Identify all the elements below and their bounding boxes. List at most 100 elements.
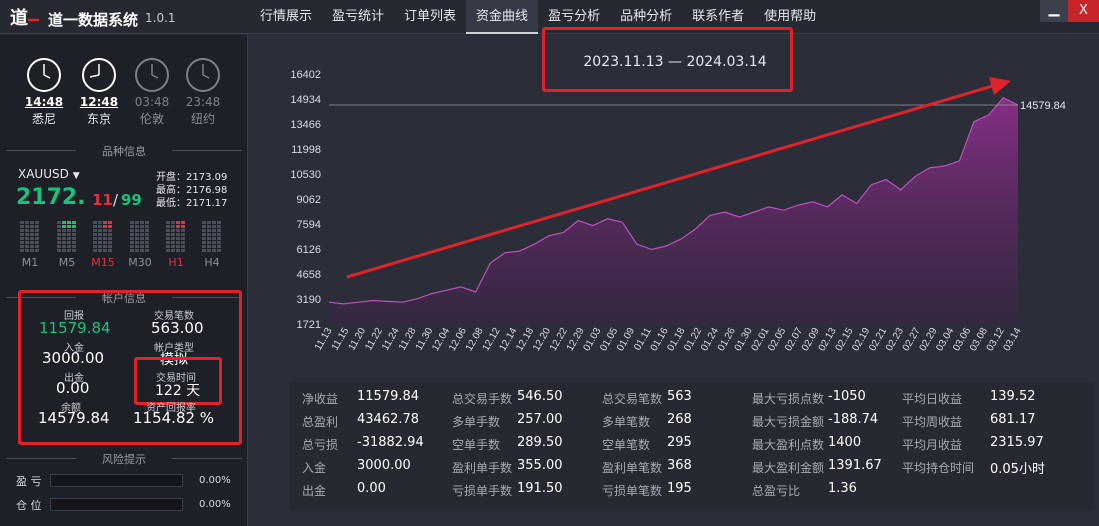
- nav-tab[interactable]: 行情展示: [250, 0, 322, 34]
- y-tick-label: 6126: [297, 244, 321, 256]
- trading-time-value: 122 天: [155, 383, 201, 399]
- symbol-name: XAUUSD: [18, 167, 69, 181]
- withdraw-value: 0.00: [56, 379, 90, 397]
- stat-label: 亏损单笔数: [602, 484, 663, 498]
- stat-label: 出金: [302, 484, 327, 498]
- strength-bars-h1: [166, 221, 185, 252]
- y-tick-label: 16402: [290, 69, 321, 81]
- clock-icon: [135, 58, 169, 92]
- app-version: 1.0.1: [145, 11, 176, 25]
- clock-icon: [27, 58, 61, 92]
- stat-value: 368: [667, 458, 692, 473]
- strength-bars-h4: [202, 221, 221, 252]
- stat-value: 563: [667, 389, 692, 404]
- timeframe-label[interactable]: H1: [164, 256, 188, 269]
- symbol-select[interactable]: XAUUSD ▼: [18, 167, 80, 181]
- stat-value: 43462.78: [357, 412, 420, 427]
- stat-label: 最大盈利金额: [752, 461, 825, 475]
- last-value-label: 14579.84: [1020, 100, 1066, 112]
- stat-label: 最大亏损金额: [752, 415, 825, 429]
- stat-label: 平均月收益: [902, 438, 963, 452]
- risk-pnl-bar: [50, 474, 183, 487]
- stat-label: 平均周收益: [902, 415, 963, 429]
- stat-label: 亏损单手数: [452, 484, 513, 498]
- stat-value: 11579.84: [357, 389, 420, 404]
- stat-label: 入金: [302, 461, 327, 475]
- timeframe-label[interactable]: H4: [200, 256, 224, 269]
- price-separator: /: [113, 191, 119, 209]
- clock-time: 12:48: [79, 95, 119, 109]
- price-ask-digits: 99: [121, 191, 142, 209]
- stat-value: 191.50: [517, 481, 563, 496]
- timeframe-label[interactable]: M30: [128, 256, 152, 269]
- trades-value: 563.00: [151, 319, 204, 337]
- nav-tab[interactable]: 资金曲线: [466, 0, 539, 34]
- clock-2: 03:48 伦敦: [132, 57, 172, 127]
- chart-title: 2023.11.13 — 2024.03.14: [583, 54, 767, 70]
- risk-header: 风险提示: [6, 451, 242, 466]
- close-button[interactable]: X: [1068, 0, 1099, 22]
- x-tick-label: 03.14: [1002, 326, 1024, 354]
- y-tick-label: 7594: [297, 219, 321, 231]
- stat-value: 1.36: [828, 481, 857, 496]
- stat-label: 平均持仓时间: [902, 461, 975, 475]
- stat-label: 最大亏损点数: [752, 392, 825, 406]
- clock-icon: [186, 58, 220, 92]
- stat-value: 2315.97: [990, 435, 1044, 450]
- low-price: 最低：2171.17: [156, 198, 228, 209]
- stat-label: 总盈利: [302, 415, 339, 429]
- clock-icon: [82, 58, 116, 92]
- clock-3: 23:48 纽约: [183, 57, 223, 127]
- timeframe-label[interactable]: M1: [18, 256, 42, 269]
- stat-label: 净收益: [302, 392, 339, 406]
- left-panel: 14:48 悉尼 12:48 东京 03:48 伦敦 23:48 纽约 品种信息 XAUUSD…: [0, 35, 248, 526]
- stat-value: 0.00: [357, 481, 386, 496]
- stat-label: 最大盈利点数: [752, 438, 825, 452]
- statistics-panel: 净收益 11579.84 总盈利 43462.78 总亏损 -31882.94 入金 3000…: [290, 382, 1095, 510]
- y-tick-label: 3190: [297, 294, 321, 306]
- clock-0: 14:48 悉尼: [24, 57, 64, 127]
- stat-label: 平均日收益: [902, 392, 963, 406]
- symbol-info-header: 品种信息: [6, 143, 242, 158]
- timeframe-label[interactable]: M5: [55, 256, 79, 269]
- price-bid-digits: 11: [92, 191, 113, 209]
- risk-position-label: 仓 位: [16, 499, 42, 512]
- stat-value: -31882.94: [357, 435, 424, 450]
- stat-value: -188.74: [828, 412, 879, 427]
- strength-bars-m30: [130, 221, 149, 252]
- app-logo: 道: [10, 7, 39, 28]
- stat-label: 总亏损: [302, 438, 339, 452]
- clock-time: 14:48: [24, 95, 64, 109]
- stat-value: 355.00: [517, 458, 563, 473]
- stat-label: 总盈亏比: [752, 484, 801, 498]
- clock-time: 23:48: [185, 95, 221, 109]
- nav-tab[interactable]: 订单列表: [394, 0, 466, 34]
- chevron-down-icon[interactable]: ▼: [73, 171, 80, 181]
- nav-tab[interactable]: 盈亏统计: [322, 0, 394, 34]
- stat-value: 1400: [828, 435, 862, 450]
- y-tick-label: 1721: [297, 319, 321, 331]
- timeframe-label[interactable]: M15: [91, 256, 115, 269]
- y-tick-label: 11998: [291, 144, 321, 156]
- y-tick-label: 10530: [290, 169, 321, 181]
- price-main: 2172.: [16, 185, 86, 210]
- stat-value: 546.50: [517, 389, 563, 404]
- stat-label: 盈利单笔数: [602, 461, 663, 475]
- stat-label: 盈利单手数: [452, 461, 513, 475]
- clock-time: 03:48: [134, 95, 170, 109]
- risk-position-value: 0.00%: [199, 499, 231, 510]
- stat-label: 多单手数: [452, 415, 501, 429]
- stat-value: 295: [667, 435, 692, 450]
- stat-value: 268: [667, 412, 692, 427]
- strength-bars-m5: [57, 221, 76, 252]
- minimize-button[interactable]: ▁: [1040, 0, 1068, 22]
- stat-value: 289.50: [517, 435, 563, 450]
- strength-bars-m1: [20, 221, 39, 252]
- stat-value: 195: [667, 481, 692, 496]
- y-tick-label: 14934: [290, 94, 321, 106]
- clock-1: 12:48 东京: [79, 57, 119, 127]
- risk-pnl-label: 盈 亏: [16, 475, 42, 488]
- stat-label: 空单手数: [452, 438, 501, 452]
- stat-value: 681.17: [990, 412, 1036, 427]
- stat-value: 0.05小时: [990, 462, 1045, 477]
